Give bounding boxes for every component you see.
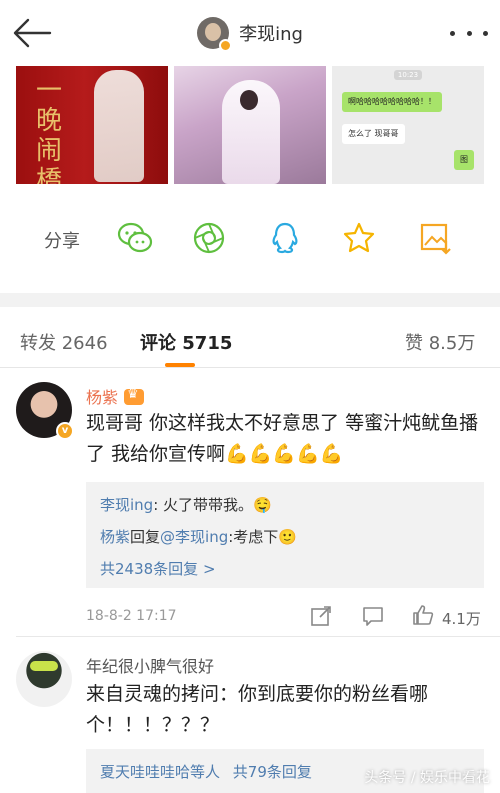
- post-image-3[interactable]: 10:23 啊哈哈哈哈哈哈哈哈！！ 怎么了 现哥哥 图: [332, 66, 484, 184]
- reply-user[interactable]: 李现ing: [100, 496, 153, 514]
- verified-badge-icon: v: [56, 422, 74, 440]
- reply-line: 李现ing: 火了带带我。🤤: [100, 494, 272, 515]
- more-replies-link[interactable]: 共2438条回复 >: [100, 558, 216, 579]
- page-title: 李现ing: [239, 24, 303, 45]
- reply-summary: 夏天哇哇哇哈等人 共79条回复: [100, 761, 312, 782]
- tab-likes[interactable]: 赞 8.5万: [405, 329, 475, 355]
- chat-bubble: 图: [454, 150, 474, 170]
- like-icon[interactable]: [412, 604, 434, 626]
- post-image-2[interactable]: [174, 66, 326, 184]
- tab-comments[interactable]: 评论 5715: [140, 329, 232, 355]
- reply-line: 杨紫回复@李现ing:考虑下🙂: [100, 526, 297, 547]
- verified-badge-icon: [219, 39, 233, 52]
- like-count: 4.1万: [442, 610, 481, 628]
- comment-icon[interactable]: [362, 605, 384, 627]
- avatar[interactable]: [16, 651, 72, 707]
- qq-icon[interactable]: [266, 219, 304, 257]
- comment-item: v 杨紫 现哥哥 你这样我太不好意思了 等蜜汁炖鱿鱼播了 我给你宣传啊💪💪💪💪💪…: [0, 368, 500, 648]
- post-image-1[interactable]: 一晚闹橋: [16, 66, 168, 184]
- engagement-tabs: 转发 2646 评论 5715 赞 8.5万: [0, 307, 500, 367]
- share-bar: 分享: [0, 205, 500, 271]
- top-bar: 李现ing: [0, 0, 500, 66]
- chat-time: 10:23: [394, 70, 422, 80]
- image-figure: [94, 70, 144, 182]
- section-divider: [0, 293, 500, 307]
- more-dots-icon[interactable]: [450, 22, 488, 44]
- save-image-icon[interactable]: [416, 219, 454, 257]
- reply-content: : 火了带带我。🤤: [153, 496, 272, 514]
- image-calligraphy: 一晚闹橋: [36, 76, 63, 184]
- image-face: [240, 90, 258, 110]
- commenter-name[interactable]: 年纪很小脾气很好: [86, 653, 214, 677]
- comment-text: 现哥哥 你这样我太不好意思了 等蜜汁炖鱿鱼播了 我给你宣传啊💪💪💪💪💪: [86, 412, 479, 465]
- avatar[interactable]: v: [16, 382, 74, 440]
- profile-title[interactable]: 李现ing: [197, 17, 303, 52]
- crown-icon: [124, 387, 145, 405]
- chat-bubble: 怎么了 现哥哥: [342, 124, 405, 144]
- comment-time: 18-8-2 17:17: [86, 608, 177, 624]
- wechat-icon[interactable]: [116, 219, 154, 257]
- qzone-star-icon[interactable]: [340, 219, 378, 257]
- reply-summary-user[interactable]: 夏天哇哇哇哈等人: [100, 763, 220, 781]
- reply-mention[interactable]: @李现ing: [160, 528, 228, 546]
- reply-box[interactable]: 李现ing: 火了带带我。🤤 杨紫回复@李现ing:考虑下🙂 共2438条回复 …: [86, 482, 484, 588]
- avatar[interactable]: [197, 17, 233, 52]
- reply-user[interactable]: 杨紫: [100, 528, 130, 546]
- chat-bubble: 啊哈哈哈哈哈哈哈哈！！: [342, 92, 442, 112]
- post-images: 一晚闹橋 10:23 啊哈哈哈哈哈哈哈哈！！ 怎么了 现哥哥 图: [0, 66, 500, 186]
- comment-text: 来自灵魂的拷问：你到底要你的粉丝看哪个！！！？？？: [86, 683, 429, 736]
- commenter-name-text: 杨紫: [86, 388, 119, 407]
- moments-icon[interactable]: [190, 219, 228, 257]
- tab-repost[interactable]: 转发 2646: [20, 329, 108, 355]
- commenter-name[interactable]: 杨紫: [86, 384, 145, 408]
- share-label: 分享: [44, 231, 80, 252]
- reply-mid: 回复: [130, 528, 161, 546]
- watermark: 头条号 / 娱乐中看花: [364, 770, 490, 786]
- repost-icon[interactable]: [310, 605, 332, 627]
- more-replies-link[interactable]: 共79条回复: [233, 763, 312, 781]
- reply-content: :考虑下🙂: [228, 528, 297, 546]
- back-arrow-icon[interactable]: [12, 16, 52, 50]
